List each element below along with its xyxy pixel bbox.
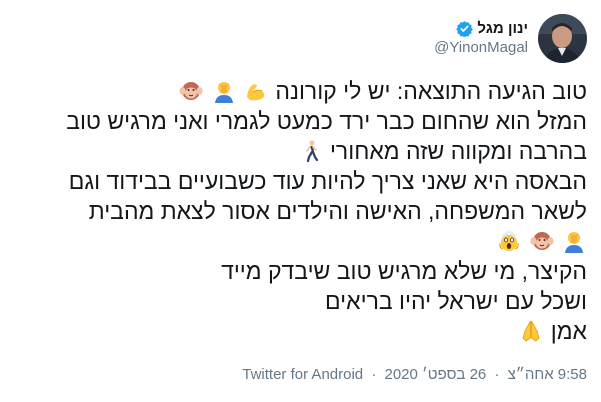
tweet-header: ינון מגל @YinonMagal — [434, 12, 587, 64]
tweet-body: טוב הגיעה התוצאה: יש לי קורונה המזל הוא … — [12, 76, 587, 346]
tweet-text: בהרבה ומקווה שזה מאחורי — [329, 138, 587, 164]
tweet-text: לשאר המשפחה, האישה והילדים אסור לצאת מהב… — [88, 198, 587, 224]
author-names: ינון מגל @YinonMagal — [434, 20, 528, 56]
tweet-line-6 — [12, 226, 587, 256]
face-screaming-icon — [497, 229, 521, 253]
verified-badge-icon — [456, 20, 474, 38]
tweet-footer: 9:58 אחה״צ · 26 בספט׳ 2020 · Twitter for… — [12, 366, 587, 383]
name-row: ינון מגל — [434, 20, 528, 38]
footer-separator: · — [371, 366, 377, 383]
tweet-text: הקיצר, מי שלא מרגיש טוב שיבדק מייד — [221, 258, 587, 284]
flexed-biceps-icon — [244, 79, 268, 103]
tweet-source[interactable]: Twitter for Android — [242, 366, 363, 383]
tweet-line-3: בהרבה ומקווה שזה מאחורי — [12, 136, 587, 166]
footer-separator: · — [494, 366, 500, 383]
person-facepalming-icon — [212, 79, 236, 103]
folded-hands-icon — [519, 319, 543, 343]
hear-no-evil-monkey-icon — [530, 229, 554, 253]
tweet-text: המזל הוא שהחום כבר ירד כמעט לגמרי ואני מ… — [66, 108, 587, 134]
tweet-time[interactable]: 9:58 אחה״צ — [508, 366, 587, 383]
avatar[interactable] — [538, 13, 587, 63]
person-walking-icon — [299, 139, 323, 163]
author-handle[interactable]: @YinonMagal — [434, 39, 528, 56]
person-facepalming-icon — [562, 229, 586, 253]
hear-no-evil-monkey-icon — [179, 79, 203, 103]
tweet-line-2: המזל הוא שהחום כבר ירד כמעט לגמרי ואני מ… — [12, 106, 587, 136]
tweet-date[interactable]: 26 בספט׳ 2020 — [384, 366, 486, 383]
tweet-card: ינון מגל @YinonMagal טוב הגיעה התוצאה: י… — [0, 0, 601, 402]
tweet-line-8: ושכל עם ישראל יהיו בריאים — [12, 286, 587, 316]
tweet-line-9: אמן — [12, 316, 587, 346]
tweet-text: הבאסה היא שאני צריך להיות עוד כשבועיים ב… — [68, 168, 587, 194]
tweet-line-4: הבאסה היא שאני צריך להיות עוד כשבועיים ב… — [12, 166, 587, 196]
tweet-line-1: טוב הגיעה התוצאה: יש לי קורונה — [12, 76, 587, 106]
tweet-line-5: לשאר המשפחה, האישה והילדים אסור לצאת מהב… — [12, 196, 587, 226]
tweet-text: ושכל עם ישראל יהיו בריאים — [325, 288, 587, 314]
display-name[interactable]: ינון מגל — [477, 20, 528, 37]
tweet-line-7: הקיצר, מי שלא מרגיש טוב שיבדק מייד — [12, 256, 587, 286]
tweet-text: טוב הגיעה התוצאה: יש לי קורונה — [275, 78, 587, 104]
tweet-text: אמן — [550, 318, 587, 344]
